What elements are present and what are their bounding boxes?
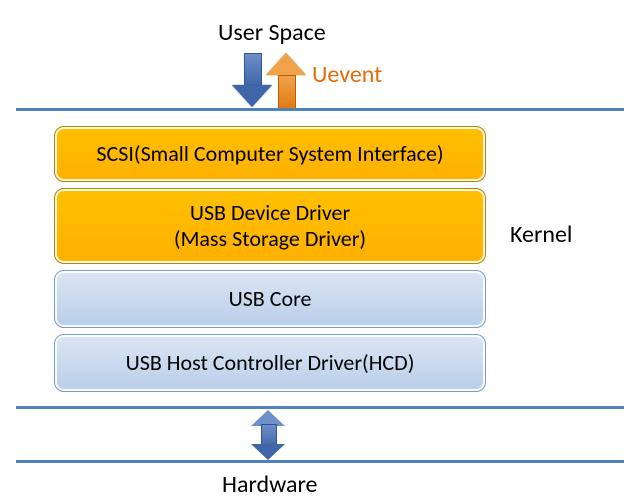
layer-scsi: SCSI(Small Computer System Interface) bbox=[54, 126, 486, 182]
layer-usb-device-driver-line1: USB Device Driver bbox=[190, 200, 350, 226]
diagram-stage: User Space Uevent SCSI(Small Computer Sy… bbox=[0, 0, 640, 502]
layer-usb-core-text: USB Core bbox=[229, 286, 312, 312]
layer-scsi-text: SCSI(Small Computer System Interface) bbox=[96, 141, 443, 167]
layer-hcd: USB Host Controller Driver(HCD) bbox=[54, 334, 486, 392]
layer-usb-core: USB Core bbox=[54, 270, 486, 328]
hardware-label: Hardware bbox=[222, 470, 317, 499]
kernel-label: Kernel bbox=[510, 220, 572, 249]
separator-user-kernel bbox=[16, 108, 624, 111]
uevent-label: Uevent bbox=[312, 60, 382, 89]
layer-usb-device-driver: USB Device Driver (Mass Storage Driver) bbox=[54, 188, 486, 264]
layer-hcd-text: USB Host Controller Driver(HCD) bbox=[126, 350, 415, 376]
separator-kernel-hw-lower bbox=[16, 460, 624, 463]
user-space-label: User Space bbox=[218, 18, 326, 47]
separator-kernel-hw-upper bbox=[16, 406, 624, 409]
layer-usb-device-driver-line2: (Mass Storage Driver) bbox=[174, 226, 366, 252]
